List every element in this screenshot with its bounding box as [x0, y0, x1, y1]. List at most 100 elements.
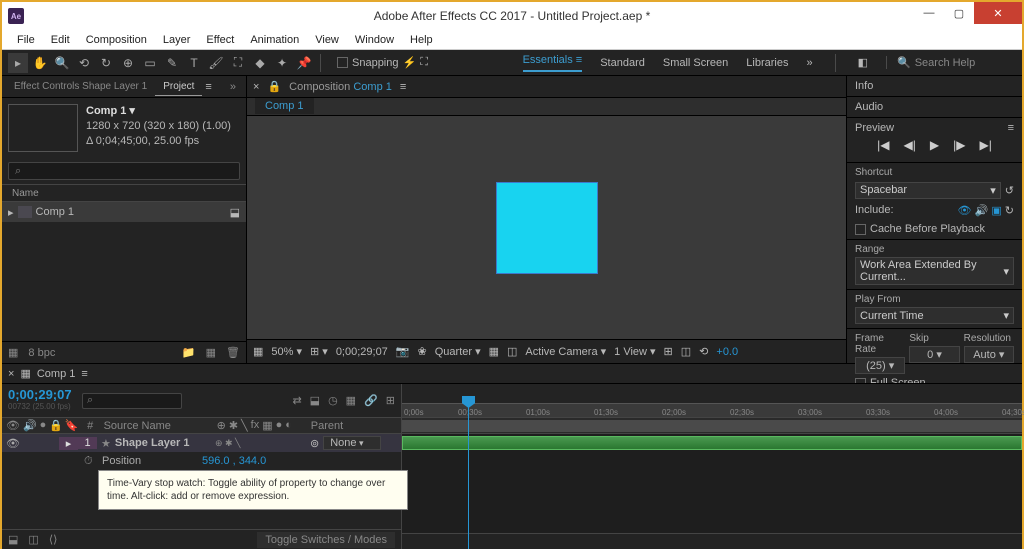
guides-icon[interactable]: ◫: [681, 345, 691, 358]
menu-animation[interactable]: Animation: [243, 32, 306, 48]
exposure-value[interactable]: +0.0: [716, 346, 738, 358]
include-audio-icon[interactable]: 🔊: [975, 205, 989, 217]
search-input[interactable]: Search Help: [915, 57, 976, 69]
menu-edit[interactable]: Edit: [44, 32, 77, 48]
zoom-tool[interactable]: 🔍: [52, 53, 72, 73]
layer-row[interactable]: 👁 ▸ 1 ★Shape Layer 1 ⊕ ✱ ╲ ⊚None ▾: [2, 434, 401, 452]
stopwatch-icon[interactable]: ⏱: [84, 455, 96, 468]
snap-opt-icon[interactable]: ⚡: [403, 56, 417, 69]
cache-checkbox[interactable]: [855, 224, 866, 235]
snapping-checkbox[interactable]: [337, 57, 348, 68]
viewer-menu-icon[interactable]: ≡: [400, 81, 406, 93]
tl-icon-5[interactable]: 🔗: [364, 394, 378, 407]
current-time-indicator[interactable]: [468, 404, 469, 549]
include-video-icon[interactable]: 👁: [958, 205, 972, 217]
mask-icon[interactable]: ◫: [507, 345, 517, 358]
range-select[interactable]: Work Area Extended By Current...▾: [855, 257, 1014, 285]
timeline-menu-icon[interactable]: ≡: [81, 368, 87, 380]
channels-icon[interactable]: ❀: [418, 345, 427, 358]
first-frame-button[interactable]: |◀: [877, 138, 889, 152]
include-overlay-icon[interactable]: ▣: [991, 205, 1001, 217]
position-value[interactable]: 596.0 , 344.0: [202, 455, 266, 467]
preview-menu-icon[interactable]: ≡: [1008, 122, 1014, 134]
audio-panel-header[interactable]: Audio: [847, 97, 1022, 118]
quality-select[interactable]: Quarter ▾: [435, 345, 481, 358]
preview-icon[interactable]: ⟲: [699, 345, 708, 358]
workspace-small-screen[interactable]: Small Screen: [663, 57, 728, 69]
skip-select[interactable]: 0 ▾: [909, 346, 959, 363]
puppet-tool[interactable]: 📌: [294, 53, 314, 73]
flowchart-tab[interactable]: Comp 1: [255, 98, 314, 114]
prev-frame-button[interactable]: ◀|: [904, 138, 916, 152]
trash-icon[interactable]: 🗑: [226, 346, 240, 359]
menu-file[interactable]: File: [10, 32, 42, 48]
zoom-select[interactable]: 50% ▾: [271, 345, 302, 358]
mag-icon[interactable]: ▦: [253, 345, 263, 358]
work-area-bar[interactable]: [402, 420, 1022, 432]
close-button[interactable]: ✕: [974, 2, 1022, 24]
kuler-icon[interactable]: ◧: [858, 56, 868, 69]
rect-tool[interactable]: ▭: [140, 53, 160, 73]
play-button[interactable]: ▶: [930, 138, 939, 152]
menu-layer[interactable]: Layer: [156, 32, 198, 48]
new-comp-icon[interactable]: ▦: [206, 346, 216, 359]
menu-composition[interactable]: Composition: [79, 32, 154, 48]
project-item-comp1[interactable]: ▸ Comp 1 ⬓: [2, 202, 246, 222]
panel-menu-icon[interactable]: ≡: [205, 81, 211, 93]
tl-icon-1[interactable]: ⇄: [292, 394, 301, 407]
roto-tool[interactable]: ✦: [272, 53, 292, 73]
workspace-essentials[interactable]: Essentials ≡: [523, 54, 583, 72]
hand-tool[interactable]: ✋: [30, 53, 50, 73]
timeline-search-input[interactable]: ⌕: [82, 393, 182, 409]
timeline-tab[interactable]: Comp 1: [37, 368, 76, 380]
tl-icon-2[interactable]: ⬓: [310, 394, 320, 407]
camera-select[interactable]: Active Camera ▾: [525, 345, 606, 358]
rotate-tool[interactable]: ↻: [96, 53, 116, 73]
snap-opt2-icon[interactable]: ⛶: [420, 56, 428, 69]
flowchart-icon[interactable]: ⬓: [230, 206, 240, 219]
views-select[interactable]: 1 View ▾: [614, 345, 655, 358]
brush-tool[interactable]: 🖌: [206, 53, 226, 73]
layer-duration-bar[interactable]: [402, 436, 1022, 450]
menu-window[interactable]: Window: [348, 32, 401, 48]
viewer-lock-icon[interactable]: 🔒: [267, 80, 281, 93]
maximize-button[interactable]: ▢: [944, 2, 974, 24]
reset-icon[interactable]: ↺: [1005, 184, 1014, 197]
shortcut-select[interactable]: Spacebar▾: [855, 182, 1001, 199]
grid-icon[interactable]: ⊞: [664, 345, 673, 358]
tl-toggle-3[interactable]: ⟨⟩: [49, 533, 58, 546]
panel-overflow[interactable]: »: [224, 81, 242, 93]
last-frame-button[interactable]: ▶|: [979, 138, 991, 152]
workspace-libraries[interactable]: Libraries: [746, 57, 788, 69]
timecode-display[interactable]: 0;00;29;07: [336, 346, 388, 358]
toggle-switches-button[interactable]: Toggle Switches / Modes: [257, 532, 395, 548]
selection-tool[interactable]: ▸: [8, 53, 28, 73]
minimize-button[interactable]: —: [914, 2, 944, 24]
next-frame-button[interactable]: |▶: [953, 138, 965, 152]
tl-toggle-2[interactable]: ◫: [28, 533, 38, 546]
transparency-icon[interactable]: ▦: [489, 345, 499, 358]
tl-icon-3[interactable]: ◷: [328, 394, 338, 407]
tl-icon-6[interactable]: ⊞: [386, 394, 395, 407]
text-tool[interactable]: T: [184, 53, 204, 73]
res-select[interactable]: ⊞ ▾: [310, 345, 328, 358]
project-search-input[interactable]: ⌕: [8, 162, 240, 180]
parent-select[interactable]: None ▾: [323, 436, 380, 450]
property-position[interactable]: Position: [96, 455, 202, 467]
playfrom-select[interactable]: Current Time▾: [855, 307, 1014, 324]
workspace-standard[interactable]: Standard: [600, 57, 645, 69]
resolution-select[interactable]: Auto ▾: [964, 346, 1014, 363]
new-folder-icon[interactable]: 📁: [182, 346, 196, 359]
timeline-scrollbar[interactable]: [402, 533, 1022, 549]
tab-project[interactable]: Project: [155, 78, 202, 96]
viewer-close-icon[interactable]: ×: [253, 81, 259, 93]
stamp-tool[interactable]: ⛶: [228, 53, 248, 73]
tab-effect-controls[interactable]: Effect Controls Shape Layer 1: [6, 78, 155, 95]
tl-icon-4[interactable]: ▦: [346, 394, 356, 407]
workspace-overflow[interactable]: »: [806, 57, 812, 69]
shape-layer-1[interactable]: [497, 183, 597, 273]
anchor-tool[interactable]: ⊕: [118, 53, 138, 73]
time-ruler[interactable]: 0;00s 00;30s 01;00s 01;30s 02;00s 02;30s…: [402, 384, 1022, 418]
timeline-close-icon[interactable]: ×: [8, 368, 14, 380]
bpc-toggle[interactable]: 8 bpc: [28, 347, 55, 359]
